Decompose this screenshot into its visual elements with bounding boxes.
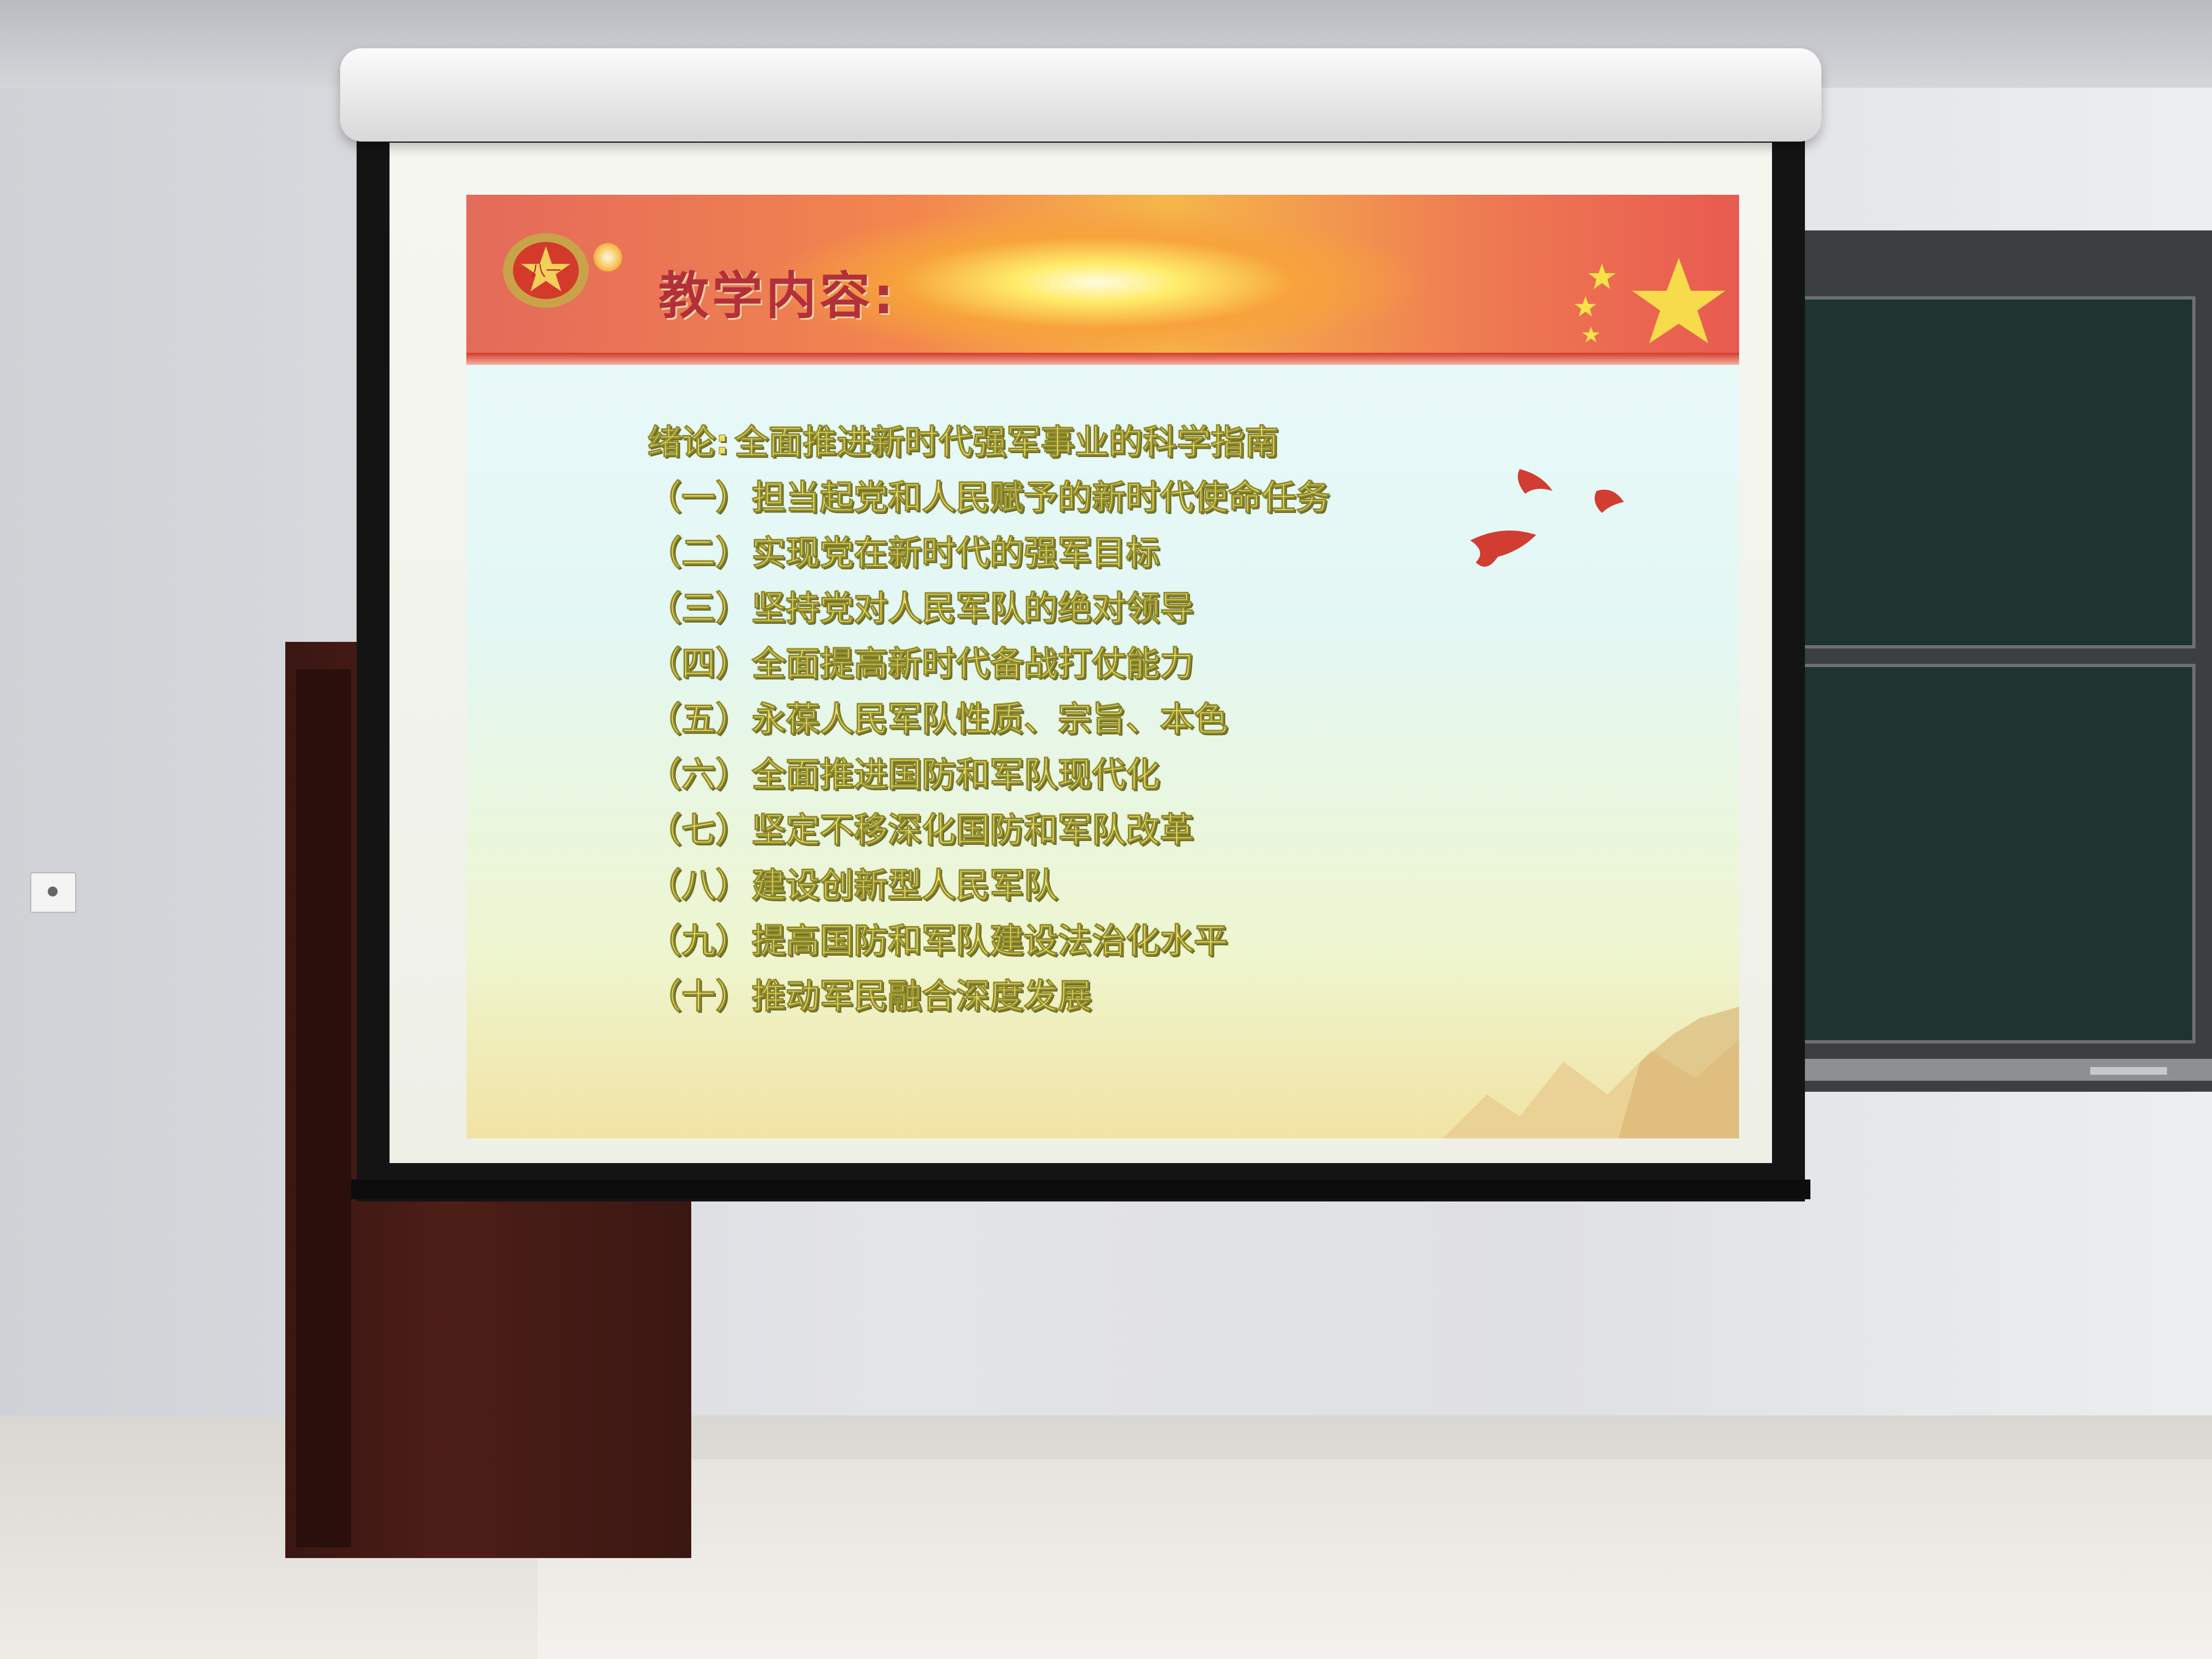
power-socket-icon xyxy=(30,872,76,913)
podium-step xyxy=(538,1459,2212,1659)
blackboard-panel-top xyxy=(1772,296,2196,648)
list-item-index: （五） xyxy=(647,699,750,740)
list-item: （三）坚持党对人民军队的绝对领导 xyxy=(647,580,1635,636)
list-item: （七）坚定不移深化国防和军队改革 xyxy=(647,802,1635,857)
projected-slide: 八一 教学内容: 绪论: 全面推进新时代强军事业的科学指南 （一）担当起党和人民赋… xyxy=(466,195,1739,1138)
list-item: （二）实现党在新时代的强军目标 xyxy=(647,525,1635,580)
list-item-text: 提高国防和军队建设法治化水平 xyxy=(751,921,1228,961)
sun-glow xyxy=(594,243,622,272)
list-item: （五）永葆人民军队性质、宗旨、本色 xyxy=(647,691,1635,747)
list-item-index: （二） xyxy=(647,533,750,573)
blackboard-panel-bottom xyxy=(1772,664,2196,1043)
list-item-text: 永葆人民军队性质、宗旨、本色 xyxy=(751,699,1228,740)
list-item-index: （四） xyxy=(647,644,750,684)
list-item-index: （十） xyxy=(647,976,750,1017)
army-emblem-icon: 八一 xyxy=(503,233,589,308)
list-item-text: 坚定不移深化国防和军队改革 xyxy=(751,810,1194,850)
list-item-text: 坚持党对人民军队的绝对领导 xyxy=(751,588,1194,629)
list-item: （九）提高国防和军队建设法治化水平 xyxy=(647,913,1635,968)
chalk xyxy=(2090,1067,2167,1075)
list-item-index: （六） xyxy=(647,754,750,795)
intro-line: 绪论: 全面推进新时代强军事业的科学指南 xyxy=(647,414,1635,470)
svg-text:八一: 八一 xyxy=(531,262,561,280)
intro-label: 绪论: xyxy=(647,422,730,462)
slide-title: 教学内容: xyxy=(658,267,897,325)
list-item: （十）推动军民融合深度发展 xyxy=(647,968,1635,1024)
door-frame xyxy=(296,669,351,1547)
list-item-index: （九） xyxy=(647,921,750,961)
list-item-text: 全面提高新时代备战打仗能力 xyxy=(751,644,1194,684)
list-item-text: 建设创新型人民军队 xyxy=(751,865,1058,906)
slide-header-banner xyxy=(466,195,1739,365)
list-item-text: 实现党在新时代的强军目标 xyxy=(751,533,1160,573)
list-item-text: 全面推进国防和军队现代化 xyxy=(751,754,1160,795)
projector-screen-case xyxy=(340,48,1821,142)
list-item-text: 推动军民融合深度发展 xyxy=(751,976,1092,1017)
content-list: 绪论: 全面推进新时代强军事业的科学指南 （一）担当起党和人民赋予的新时代使命任务… xyxy=(647,414,1635,1024)
list-item: （六）全面推进国防和军队现代化 xyxy=(647,747,1635,802)
list-item-index: （七） xyxy=(647,810,750,850)
list-item-index: （三） xyxy=(647,588,750,629)
intro-text: 全面推进新时代强军事业的科学指南 xyxy=(734,422,1279,462)
list-item-text: 担当起党和人民赋予的新时代使命任务 xyxy=(751,477,1330,518)
list-item: （八）建设创新型人民军队 xyxy=(647,857,1635,913)
list-item-index: （一） xyxy=(647,477,750,518)
list-item: （一）担当起党和人民赋予的新时代使命任务 xyxy=(647,470,1635,525)
list-item-index: （八） xyxy=(647,865,750,906)
projector-screen-bottom-bar xyxy=(351,1180,1810,1199)
star-icon xyxy=(1575,258,1725,343)
list-item: （四）全面提高新时代备战打仗能力 xyxy=(647,636,1635,691)
slide-header-stripe xyxy=(466,353,1739,365)
